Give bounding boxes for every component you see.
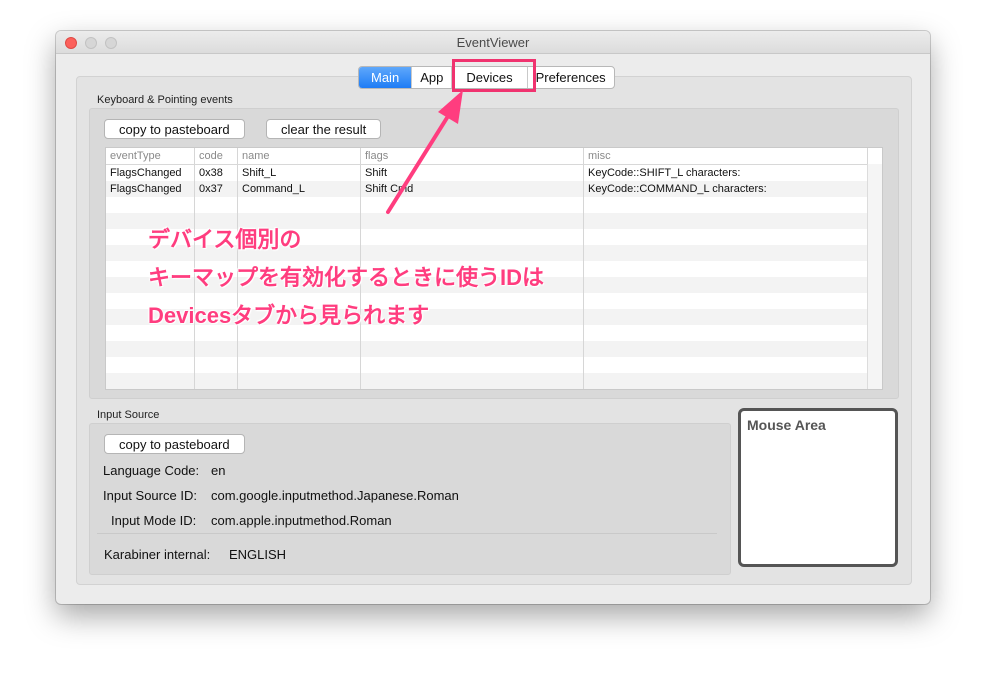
annotation-line-1: デバイス個別の xyxy=(148,227,302,252)
annotation-line-2: キーマップを有効化するときに使うIDは xyxy=(148,265,545,290)
annotation-arrow xyxy=(386,90,463,214)
annotation-line-3: Devicesタブから見られます xyxy=(148,303,430,328)
